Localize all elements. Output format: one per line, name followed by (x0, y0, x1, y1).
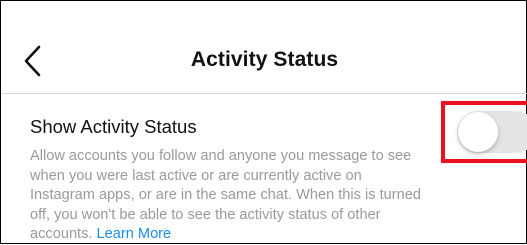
screenshot-frame: Activity Status Show Activity Status All… (0, 0, 527, 244)
learn-more-link[interactable]: Learn More (97, 226, 172, 242)
page-title: Activity Status (190, 48, 339, 71)
header-divider (1, 93, 527, 94)
setting-description-text: Allow accounts you follow and anyone you… (30, 148, 421, 242)
setting-description: Allow accounts you follow and anyone you… (30, 147, 430, 245)
setting-title: Show Activity Status (30, 116, 197, 137)
header: Activity Status (1, 1, 527, 93)
highlight-box (441, 101, 527, 163)
